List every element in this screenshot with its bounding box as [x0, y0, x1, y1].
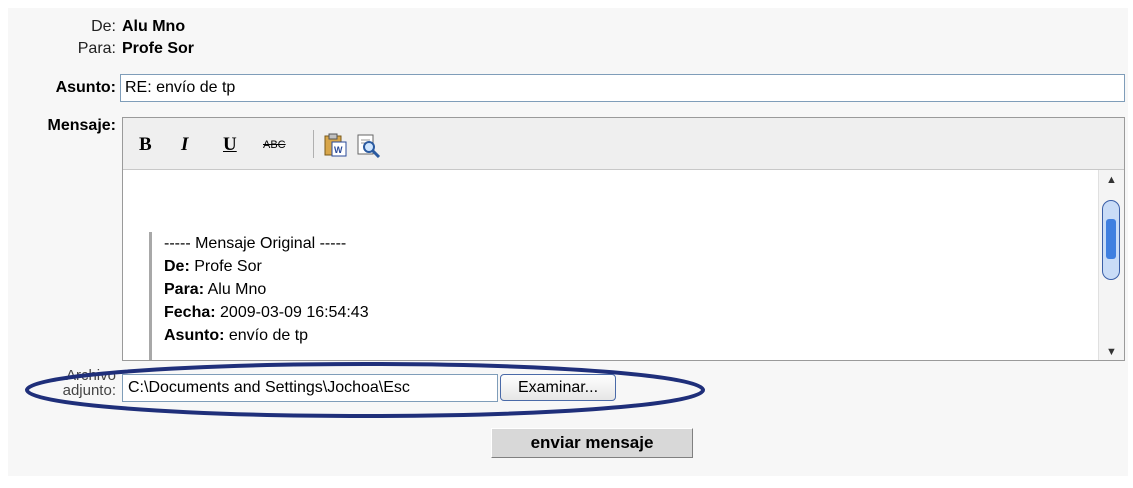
scroll-thumb-grip [1106, 219, 1116, 259]
message-editor[interactable]: B I U ABC W ----- Mensaje Original -----… [122, 117, 1125, 361]
original-subject-value: envío de tp [224, 327, 309, 344]
original-date-value: 2009-03-09 16:54:43 [215, 304, 369, 321]
scroll-thumb[interactable] [1102, 200, 1120, 280]
original-subject-line: Asunto: envío de tp [164, 324, 749, 347]
from-label: De: [91, 18, 116, 35]
paste-from-word-icon[interactable]: W [322, 132, 348, 158]
preview-icon[interactable] [355, 132, 381, 159]
original-to-label: Para: [164, 281, 205, 298]
svg-text:W: W [334, 145, 343, 155]
editor-toolbar: B I U ABC W [123, 118, 1124, 170]
original-date-line: Fecha: 2009-03-09 16:54:43 [164, 301, 749, 324]
send-message-button[interactable]: enviar mensaje [491, 428, 693, 458]
scroll-down-arrow-icon[interactable]: ▼ [1106, 346, 1117, 358]
italic-button[interactable]: I [181, 132, 188, 158]
original-to-value: Alu Mno [204, 281, 267, 298]
original-from-label: De: [164, 258, 190, 275]
to-value: Profe Sor [122, 40, 195, 57]
original-subject-label: Asunto: [164, 327, 225, 344]
original-message-header: ----- Mensaje Original ----- [164, 235, 347, 252]
subject-input[interactable] [120, 74, 1125, 102]
toolbar-separator [313, 130, 314, 158]
message-label: Mensaje: [47, 117, 116, 134]
strikethrough-button[interactable]: ABC [263, 132, 286, 158]
original-to-line: Para: Alu Mno [164, 278, 749, 301]
to-label: Para: [77, 40, 116, 57]
editor-scrollbar[interactable]: ▲ ▼ [1098, 170, 1124, 360]
message-body[interactable]: ----- Mensaje Original ----- De: Profe S… [123, 170, 1098, 360]
highlight-ellipse [25, 362, 705, 418]
quoted-original-message: ----- Mensaje Original ----- De: Profe S… [149, 232, 749, 360]
scroll-up-arrow-icon[interactable]: ▲ [1106, 174, 1117, 186]
underline-button[interactable]: U [223, 132, 237, 158]
original-from-value: Profe Sor [189, 258, 262, 275]
bold-button[interactable]: B [139, 132, 152, 158]
original-date-label: Fecha: [164, 304, 216, 321]
subject-label: Asunto: [55, 79, 116, 96]
from-value: Alu Mno [122, 18, 186, 35]
original-from-line: De: Profe Sor [164, 255, 749, 278]
